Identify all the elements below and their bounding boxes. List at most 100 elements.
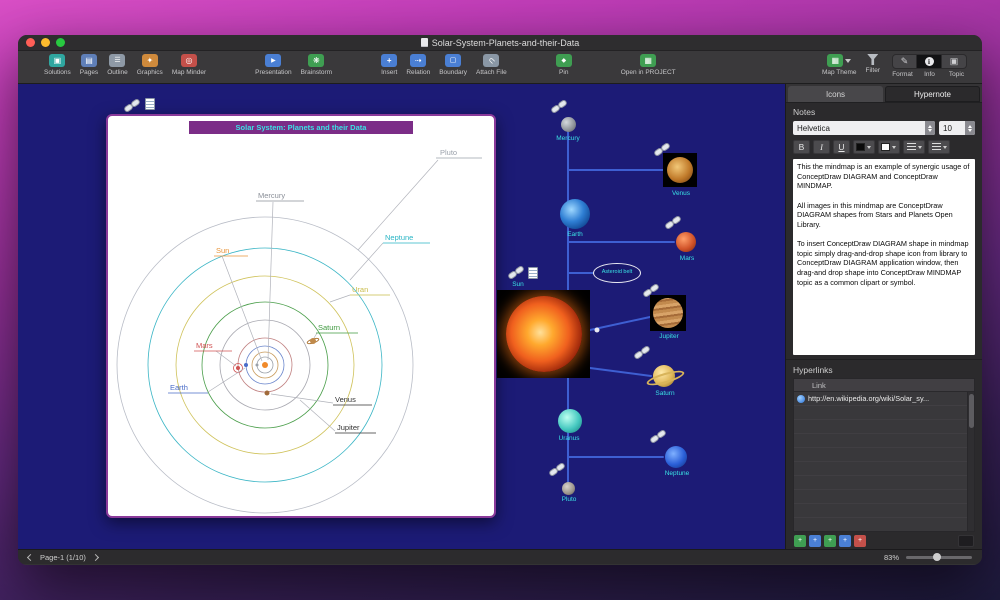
topic-label-mars: Mars bbox=[679, 255, 695, 262]
topic-sun[interactable] bbox=[497, 290, 590, 378]
hyperlink-options-button[interactable] bbox=[958, 534, 974, 547]
note-icon[interactable] bbox=[145, 98, 155, 110]
toolbar-attach-file[interactable]: Attach File bbox=[476, 54, 507, 76]
topic-mercury[interactable] bbox=[561, 117, 576, 132]
chevron-down-icon bbox=[917, 145, 922, 149]
topic-neptune[interactable] bbox=[665, 446, 687, 468]
font-size-value: 10 bbox=[943, 123, 952, 133]
zoom-button[interactable] bbox=[56, 38, 65, 47]
insert-icon bbox=[381, 54, 398, 67]
globe-icon bbox=[797, 394, 805, 403]
toolbar-insert[interactable]: Insert bbox=[381, 54, 397, 76]
presentation-icon bbox=[265, 54, 282, 67]
hyperlink-chain-icon[interactable] bbox=[548, 461, 566, 478]
sun-image bbox=[505, 296, 582, 372]
toolbar-outline[interactable]: Outline bbox=[107, 54, 128, 76]
toolbar-boundary[interactable]: Boundary bbox=[439, 54, 467, 76]
mindmap-canvas[interactable]: Solar System: Planets and their Data Plu… bbox=[18, 84, 785, 549]
add-page-link-button[interactable] bbox=[809, 534, 821, 547]
toolbar-map-minder[interactable]: Map Minder bbox=[172, 54, 206, 76]
hyperlink-row[interactable]: http://en.wikipedia.org/wiki/Solar_sy... bbox=[794, 392, 974, 406]
text-color-swatch[interactable] bbox=[853, 140, 875, 154]
notes-textarea[interactable]: This the mindmap is an example of synerg… bbox=[793, 159, 975, 355]
alignment-button[interactable] bbox=[903, 140, 925, 154]
note-icon[interactable] bbox=[528, 267, 538, 279]
tab-icons[interactable]: Icons bbox=[788, 86, 883, 102]
toolbar-label: Graphics bbox=[136, 69, 163, 76]
toolbar-filter[interactable]: Filter bbox=[866, 54, 880, 74]
chevron-down-icon bbox=[867, 145, 871, 149]
add-file-link-button[interactable] bbox=[839, 534, 851, 547]
hyperlink-chain-icon[interactable] bbox=[649, 428, 667, 445]
toolbar-map-theme[interactable]: Map Theme bbox=[822, 54, 857, 76]
hyperlinks-scrollbar[interactable] bbox=[967, 392, 974, 531]
topic-mars[interactable] bbox=[676, 232, 696, 252]
text-style-row: B I U bbox=[786, 137, 982, 156]
toolbar-pin[interactable]: Pin bbox=[555, 54, 572, 76]
topic-asteroid-belt[interactable]: Asteroid belt bbox=[593, 263, 641, 283]
toolbar-presentation[interactable]: Presentation bbox=[255, 54, 292, 76]
bold-button[interactable]: B bbox=[793, 140, 810, 154]
topic-pluto[interactable] bbox=[562, 482, 575, 495]
italic-button[interactable]: I bbox=[813, 140, 830, 154]
topic-button[interactable] bbox=[942, 54, 967, 69]
hyperlink-url: http://en.wikipedia.org/wiki/Solar_sy... bbox=[808, 394, 930, 403]
topic-label-sun: Sun bbox=[512, 281, 524, 288]
zoom-slider-thumb[interactable] bbox=[933, 552, 941, 561]
line-spacing-button[interactable] bbox=[928, 140, 950, 154]
info-button[interactable]: i bbox=[917, 54, 942, 69]
next-page-button[interactable] bbox=[91, 553, 99, 561]
font-family-select[interactable]: Helvetica bbox=[793, 121, 935, 135]
page-indicator: Page-1 (1/10) bbox=[40, 552, 86, 562]
tab-hypernote[interactable]: Hypernote bbox=[885, 86, 980, 102]
topic-label-mercury: Mercury bbox=[556, 135, 580, 142]
toolbar-label: Pages bbox=[79, 69, 99, 76]
topic-label-saturn: Saturn bbox=[655, 390, 675, 397]
add-topic-link-button[interactable] bbox=[824, 534, 836, 547]
toolbar-pages[interactable]: Pages bbox=[80, 54, 98, 76]
font-size-select[interactable]: 10 bbox=[939, 121, 975, 135]
toolbar-label: Insert bbox=[381, 69, 398, 76]
orbit-label-sun: Sun bbox=[216, 246, 229, 255]
topic-saturn[interactable] bbox=[653, 365, 675, 387]
hyperlink-chain-icon[interactable] bbox=[550, 98, 568, 115]
hyperlink-chain-icon[interactable] bbox=[633, 344, 651, 361]
orbit-label-uran: Uran bbox=[352, 285, 368, 294]
toolbar-solutions[interactable]: Solutions bbox=[44, 54, 71, 76]
hyperlink-empty-rows bbox=[794, 406, 974, 531]
hyperlink-chain-icon[interactable] bbox=[664, 214, 682, 231]
toolbar-label: Map Theme bbox=[821, 69, 857, 76]
previous-page-button[interactable] bbox=[26, 553, 35, 561]
minimize-button[interactable] bbox=[41, 38, 50, 47]
hyperlink-chain-icon[interactable] bbox=[123, 97, 141, 114]
solutions-icon bbox=[49, 54, 66, 67]
stepper-icon bbox=[925, 121, 935, 135]
topic-earth[interactable] bbox=[560, 199, 590, 229]
format-button[interactable] bbox=[892, 54, 917, 69]
toolbar-label: Map Minder bbox=[171, 69, 207, 76]
diagram-panel[interactable]: Solar System: Planets and their Data Plu… bbox=[106, 114, 496, 518]
remove-hyperlink-button[interactable] bbox=[854, 534, 866, 547]
inspector-sidebar: Icons Hypernote Notes Helvetica 10 B I U bbox=[785, 84, 982, 549]
link-column-header: Link bbox=[794, 379, 974, 392]
toolbar-open-in-project[interactable]: Open in PROJECT bbox=[621, 54, 676, 76]
hyperlink-chain-icon[interactable] bbox=[507, 264, 525, 281]
topic-venus[interactable] bbox=[663, 153, 697, 187]
underline-button[interactable]: U bbox=[833, 140, 850, 154]
toolbar-brainstorm[interactable]: Brainstorm bbox=[301, 54, 332, 76]
outline-icon bbox=[109, 54, 126, 67]
close-button[interactable] bbox=[26, 38, 35, 47]
toolbar-relation[interactable]: Relation bbox=[406, 54, 430, 76]
toolbar: Solutions Pages Outline Graphics Map Min… bbox=[18, 51, 982, 84]
chevron-down-icon bbox=[845, 58, 852, 63]
project-gantt-icon bbox=[640, 54, 657, 67]
zoom-slider[interactable] bbox=[906, 552, 972, 561]
orbit-label-neptune: Neptune bbox=[385, 233, 413, 242]
topic-uranus[interactable] bbox=[558, 409, 582, 433]
toolbar-graphics[interactable]: Graphics bbox=[137, 54, 163, 76]
collapse-dot[interactable] bbox=[594, 327, 600, 333]
scrollbar-thumb[interactable] bbox=[969, 394, 974, 428]
topic-jupiter[interactable] bbox=[650, 295, 686, 331]
highlight-color-swatch[interactable] bbox=[878, 140, 900, 154]
add-hyperlink-button[interactable] bbox=[794, 534, 806, 547]
